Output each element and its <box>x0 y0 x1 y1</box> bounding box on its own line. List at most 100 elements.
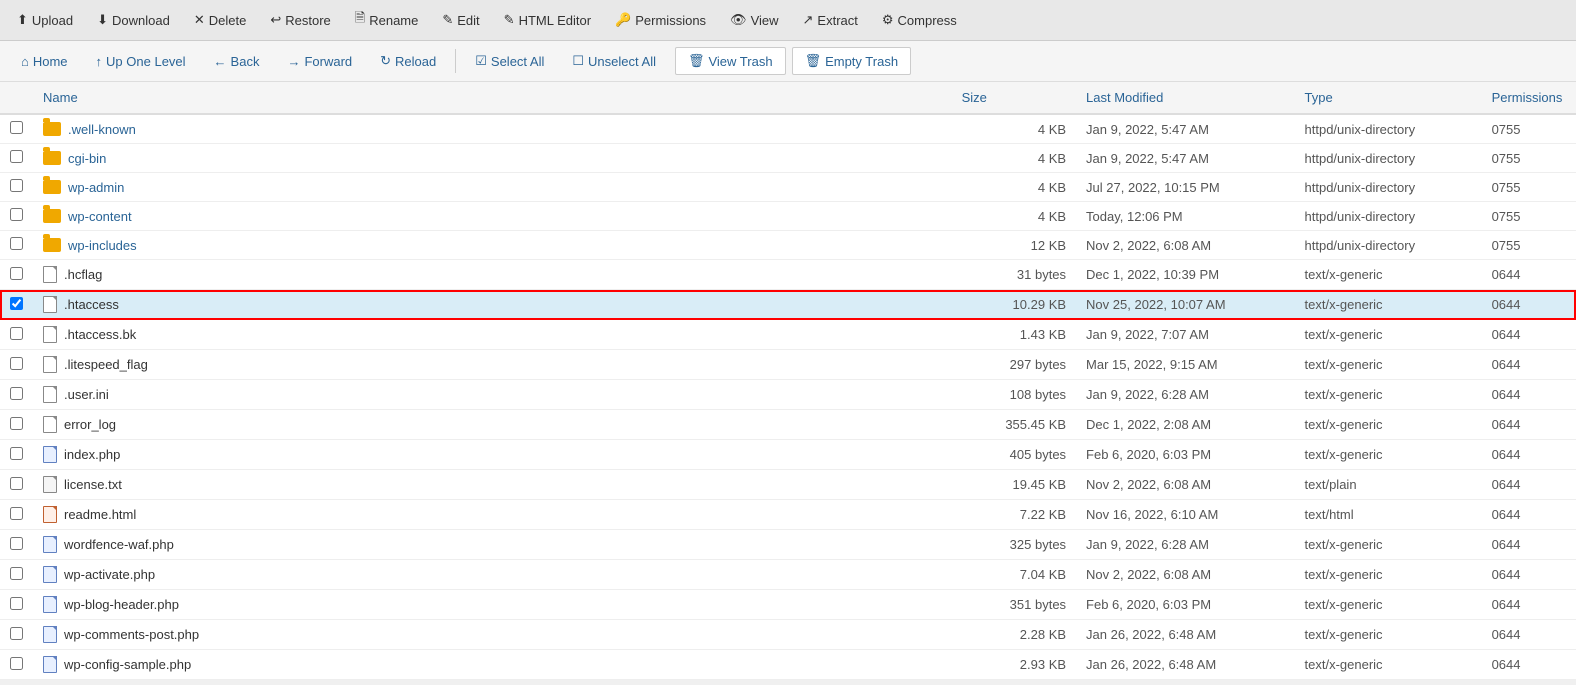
table-row[interactable]: wp-comments-post.php2.28 KBJan 26, 2022,… <box>0 620 1576 650</box>
file-icon <box>43 266 57 283</box>
compress-button[interactable]: ⚙Compress <box>871 7 968 33</box>
row-checkbox[interactable] <box>10 447 23 460</box>
file-permissions: 0644 <box>1482 470 1576 500</box>
extract-button[interactable]: ↗Extract <box>792 7 869 33</box>
table-row[interactable]: wp-activate.php7.04 KBNov 2, 2022, 6:08 … <box>0 560 1576 590</box>
file-name-cell[interactable]: cgi-bin <box>33 144 952 173</box>
table-row[interactable]: .htaccess.bk1.43 KBJan 9, 2022, 7:07 AMt… <box>0 320 1576 350</box>
row-checkbox[interactable] <box>10 357 23 370</box>
row-checkbox[interactable] <box>10 179 23 192</box>
home-icon: ⌂ <box>21 54 29 69</box>
view-button[interactable]: 👁View <box>719 7 789 33</box>
file-icon <box>43 476 57 493</box>
view-icon: 👁 <box>730 12 747 28</box>
row-checkbox[interactable] <box>10 507 23 520</box>
row-checkbox[interactable] <box>10 327 23 340</box>
row-checkbox[interactable] <box>10 208 23 221</box>
table-row[interactable]: index.php405 bytesFeb 6, 2020, 6:03 PMte… <box>0 440 1576 470</box>
header-last-modified[interactable]: Last Modified <box>1076 82 1294 114</box>
row-checkbox[interactable] <box>10 237 23 250</box>
table-row[interactable]: wp-blog-header.php351 bytesFeb 6, 2020, … <box>0 590 1576 620</box>
upload-button[interactable]: ⬆Upload <box>6 7 84 33</box>
row-checkbox[interactable] <box>10 657 23 670</box>
delete-button[interactable]: ✕Delete <box>183 7 257 33</box>
row-checkbox-cell <box>0 560 33 590</box>
row-checkbox[interactable] <box>10 417 23 430</box>
table-row[interactable]: .well-known4 KBJan 9, 2022, 5:47 AMhttpd… <box>0 114 1576 144</box>
file-name-cell[interactable]: .htaccess.bk <box>33 320 952 350</box>
table-row[interactable]: wp-config-sample.php2.93 KBJan 26, 2022,… <box>0 650 1576 680</box>
unselect-all-button[interactable]: ☐Unselect All <box>559 47 669 75</box>
select-all-button[interactable]: ☑Select All <box>462 47 557 75</box>
back-button[interactable]: ←Back <box>201 48 273 75</box>
header-name[interactable]: Name <box>33 82 952 114</box>
row-checkbox[interactable] <box>10 597 23 610</box>
file-name-cell[interactable]: wp-content <box>33 202 952 231</box>
row-checkbox[interactable] <box>10 387 23 400</box>
file-name-cell[interactable]: .htaccess <box>33 290 952 320</box>
row-checkbox-cell <box>0 590 33 620</box>
permissions-button[interactable]: 🔑Permissions <box>604 7 717 33</box>
table-row[interactable]: error_log355.45 KBDec 1, 2022, 2:08 AMte… <box>0 410 1576 440</box>
row-checkbox[interactable] <box>10 297 23 310</box>
file-modified: Jan 9, 2022, 5:47 AM <box>1076 144 1294 173</box>
file-name-cell[interactable]: wp-activate.php <box>33 560 952 590</box>
table-row[interactable]: wp-admin4 KBJul 27, 2022, 10:15 PMhttpd/… <box>0 173 1576 202</box>
file-name-cell[interactable]: wordfence-waf.php <box>33 530 952 560</box>
file-name-cell[interactable]: readme.html <box>33 500 952 530</box>
rename-button[interactable]: 🗎Rename <box>344 4 430 36</box>
file-name-cell[interactable]: license.txt <box>33 470 952 500</box>
file-type: text/html <box>1295 500 1482 530</box>
extract-icon: ↗ <box>803 12 814 28</box>
header-permissions[interactable]: Permissions <box>1482 82 1576 114</box>
row-checkbox[interactable] <box>10 567 23 580</box>
up-one-level-button[interactable]: ↑Up One Level <box>83 48 199 75</box>
header-type[interactable]: Type <box>1295 82 1482 114</box>
download-button[interactable]: ⬇Download <box>86 7 181 33</box>
file-name-cell[interactable]: wp-blog-header.php <box>33 590 952 620</box>
header-size[interactable]: Size <box>952 82 1076 114</box>
home-button[interactable]: ⌂Home <box>8 48 81 75</box>
file-name-cell[interactable]: wp-comments-post.php <box>33 620 952 650</box>
row-checkbox[interactable] <box>10 121 23 134</box>
file-name-cell[interactable]: .litespeed_flag <box>33 350 952 380</box>
row-checkbox-cell <box>0 260 33 290</box>
file-name-cell[interactable]: wp-includes <box>33 231 952 260</box>
file-name-cell[interactable]: error_log <box>33 410 952 440</box>
file-name-cell[interactable]: wp-config-sample.php <box>33 650 952 680</box>
file-name-cell[interactable]: wp-admin <box>33 173 952 202</box>
row-checkbox[interactable] <box>10 267 23 280</box>
table-row[interactable]: wordfence-waf.php325 bytesJan 9, 2022, 6… <box>0 530 1576 560</box>
file-size: 4 KB <box>952 144 1076 173</box>
html-editor-button[interactable]: ✎HTML Editor <box>493 7 602 33</box>
table-row[interactable]: readme.html7.22 KBNov 16, 2022, 6:10 AMt… <box>0 500 1576 530</box>
row-checkbox[interactable] <box>10 627 23 640</box>
table-row[interactable]: .hcflag31 bytesDec 1, 2022, 10:39 PMtext… <box>0 260 1576 290</box>
table-row[interactable]: wp-includes12 KBNov 2, 2022, 6:08 AMhttp… <box>0 231 1576 260</box>
row-checkbox[interactable] <box>10 537 23 550</box>
file-permissions: 0755 <box>1482 202 1576 231</box>
file-name-cell[interactable]: .user.ini <box>33 380 952 410</box>
view-trash-button[interactable]: 🗑View Trash <box>675 47 786 75</box>
table-row[interactable]: .htaccess10.29 KBNov 25, 2022, 10:07 AMt… <box>0 290 1576 320</box>
table-row[interactable]: wp-content4 KBToday, 12:06 PMhttpd/unix-… <box>0 202 1576 231</box>
row-checkbox[interactable] <box>10 150 23 163</box>
table-row[interactable]: .user.ini108 bytesJan 9, 2022, 6:28 AMte… <box>0 380 1576 410</box>
forward-button[interactable]: →Forward <box>274 48 365 75</box>
file-name-cell[interactable]: .well-known <box>33 114 952 144</box>
file-name-cell[interactable]: index.php <box>33 440 952 470</box>
restore-button[interactable]: ↩Restore <box>259 7 341 33</box>
table-row[interactable]: cgi-bin4 KBJan 9, 2022, 5:47 AMhttpd/uni… <box>0 144 1576 173</box>
file-modified: Nov 25, 2022, 10:07 AM <box>1076 290 1294 320</box>
checkbox-header <box>0 82 33 114</box>
reload-button[interactable]: ↻Reload <box>367 47 449 75</box>
table-row[interactable]: license.txt19.45 KBNov 2, 2022, 6:08 AMt… <box>0 470 1576 500</box>
table-row[interactable]: .litespeed_flag297 bytesMar 15, 2022, 9:… <box>0 350 1576 380</box>
row-checkbox[interactable] <box>10 477 23 490</box>
edit-button[interactable]: ✎Edit <box>431 7 490 33</box>
file-name: index.php <box>64 447 120 462</box>
empty-trash-button[interactable]: 🗑Empty Trash <box>792 47 911 75</box>
file-name-cell[interactable]: .hcflag <box>33 260 952 290</box>
file-icon <box>43 596 57 613</box>
table-header-row: Name Size Last Modified Type Permissions <box>0 82 1576 114</box>
